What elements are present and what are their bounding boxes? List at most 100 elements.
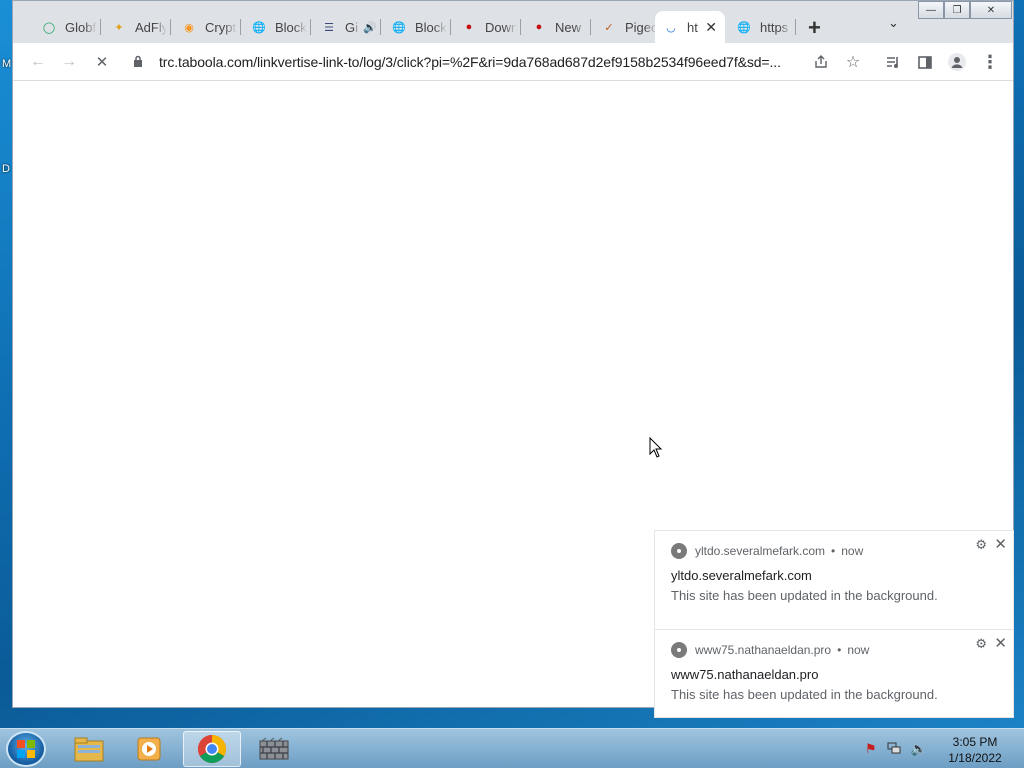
- tab-10[interactable]: 🌐 https: [728, 13, 796, 41]
- network-icon[interactable]: [887, 741, 901, 758]
- notification-card[interactable]: yltdo.severalmefark.com • now ⚙ ✕ yltdo.…: [654, 530, 1014, 630]
- new-tab-button[interactable]: +: [808, 15, 821, 41]
- loading-spinner-icon: ◡: [666, 21, 676, 34]
- notification-origin: yltdo.severalmefark.com: [695, 544, 826, 558]
- address-bar[interactable]: trc.taboola.com/linkvertise-link-to/log/…: [125, 48, 807, 76]
- tab-title: Gi: [345, 19, 358, 35]
- tab-2[interactable]: ◉ Crypt: [173, 13, 241, 41]
- tab-audio-speaker-icon[interactable]: 🔊: [363, 21, 377, 34]
- tab-9[interactable]: ◡ ht ✕: [655, 11, 725, 43]
- globe-icon: 🌐: [252, 21, 266, 34]
- pigeon-icon: ✓: [604, 21, 614, 34]
- taskbar: ⚑ 🔈 3:05 PM 1/18/2022: [0, 728, 1024, 768]
- tab-divider: [795, 19, 796, 35]
- tab-divider: [520, 19, 521, 35]
- tab-divider: [100, 19, 101, 35]
- firewall-icon: [259, 737, 289, 760]
- close-window-button[interactable]: ✕: [970, 1, 1012, 19]
- tab-title: Globf: [65, 19, 97, 35]
- globe-icon: 🌐: [737, 21, 751, 34]
- tab-1[interactable]: ✦ AdFly: [103, 13, 171, 41]
- back-button[interactable]: ←: [27, 51, 49, 73]
- notification-header: yltdo.severalmefark.com • now: [671, 543, 863, 559]
- chrome-icon: [671, 543, 687, 559]
- among-us-icon: ●: [465, 21, 473, 33]
- chrome-icon: [198, 735, 226, 763]
- bookmark-star-icon[interactable]: ☆: [842, 51, 864, 73]
- taskbar-firewall[interactable]: [245, 731, 303, 767]
- clock-time: 3:05 PM: [952, 735, 998, 749]
- lock-icon[interactable]: [133, 55, 151, 70]
- forward-button[interactable]: →: [58, 51, 80, 73]
- crypto-coin-icon: ◉: [184, 21, 194, 34]
- tab-title: Crypt: [205, 19, 237, 35]
- notification-body: This site has been updated in the backgr…: [671, 588, 938, 603]
- notification-card[interactable]: www75.nathanaeldan.pro • now ⚙ ✕ www75.n…: [654, 630, 1014, 718]
- explorer-folder-icon: [74, 737, 104, 762]
- tab-title: Block: [415, 19, 447, 35]
- globe-q-icon: ◯: [42, 21, 56, 34]
- tab-0[interactable]: ◯ Globf: [33, 13, 101, 41]
- taskbar-chrome[interactable]: [183, 731, 241, 767]
- tab-divider: [590, 19, 591, 35]
- notification-body: This site has been updated in the backgr…: [671, 687, 938, 702]
- taskbar-explorer[interactable]: [60, 731, 118, 767]
- notification-time: now: [841, 544, 864, 558]
- windows-logo-icon: [17, 740, 35, 758]
- taskbar-media-player[interactable]: [120, 731, 178, 767]
- action-center-flag-icon[interactable]: ⚑: [865, 741, 877, 758]
- globe-icon: 🌐: [392, 21, 406, 34]
- start-button[interactable]: [6, 731, 46, 767]
- tab-8[interactable]: ✓ Pigeo: [593, 13, 661, 41]
- tab-3[interactable]: 🌐 Block: [243, 13, 311, 41]
- tab-divider: [450, 19, 451, 35]
- media-queue-icon[interactable]: [882, 51, 904, 73]
- chrome-icon: [671, 642, 687, 658]
- notification-close-button[interactable]: ✕: [994, 535, 1007, 553]
- window-controls: — ❐ ✕: [918, 1, 1012, 19]
- toolbar: ← → ✕ trc.taboola.com/linkvertise-link-t…: [13, 43, 1013, 81]
- tab-title: Block: [275, 19, 307, 35]
- tab-7[interactable]: ● New: [523, 13, 591, 41]
- tab-4[interactable]: ☰ Gi 🔊: [313, 13, 381, 41]
- among-us-icon: ●: [535, 21, 543, 33]
- notification-title: yltdo.severalmefark.com: [671, 568, 812, 583]
- taskbar-clock[interactable]: 3:05 PM 1/18/2022: [940, 734, 1010, 766]
- tab-strip: ◯ Globf ✦ AdFly ◉ Crypt 🌐 Block ☰ Gi 🔊 🌐 Block ● Down ●…: [13, 1, 1013, 45]
- tab-divider: [380, 19, 381, 35]
- tab-divider: [240, 19, 241, 35]
- tab-title: Down: [485, 19, 517, 35]
- clock-date: 1/18/2022: [948, 751, 1002, 765]
- tab-5[interactable]: 🌐 Block: [383, 13, 451, 41]
- url-text[interactable]: trc.taboola.com/linkvertise-link-to/log/…: [159, 54, 804, 70]
- separator-dot: •: [837, 643, 842, 657]
- volume-speaker-icon[interactable]: 🔈: [911, 741, 927, 758]
- media-player-icon: [137, 737, 161, 761]
- notification-settings-gear-icon[interactable]: ⚙: [975, 636, 987, 652]
- tab-divider: [170, 19, 171, 35]
- stop-loading-button[interactable]: ✕: [91, 51, 113, 73]
- side-panel-icon[interactable]: [914, 51, 936, 73]
- notification-header: www75.nathanaeldan.pro • now: [671, 642, 869, 658]
- notification-time: now: [847, 643, 870, 657]
- menu-kebab-icon[interactable]: ⋮: [979, 51, 1001, 73]
- share-icon[interactable]: [810, 51, 832, 73]
- tab-title: New: [555, 19, 582, 35]
- restore-button[interactable]: ❐: [944, 1, 970, 19]
- desktop-icon-label-d: D: [2, 163, 10, 175]
- separator-dot: •: [831, 544, 836, 558]
- tab-close-button[interactable]: ✕: [705, 19, 717, 36]
- tab-title: AdFly: [135, 19, 167, 35]
- desktop-icon-label-m: M: [2, 58, 12, 70]
- profile-avatar-icon[interactable]: [946, 51, 968, 73]
- tab-title: Pigeo: [625, 19, 657, 35]
- minimize-button[interactable]: —: [918, 1, 944, 19]
- tab-title: https: [760, 19, 789, 35]
- notification-close-button[interactable]: ✕: [994, 634, 1007, 652]
- tab-6[interactable]: ● Down: [453, 13, 521, 41]
- notification-origin: www75.nathanaeldan.pro: [695, 643, 832, 657]
- notification-settings-gear-icon[interactable]: ⚙: [975, 537, 987, 553]
- tab-search-chevron-icon[interactable]: ⌄: [888, 15, 899, 31]
- mouse-cursor-icon: [649, 437, 663, 458]
- system-tray: ⚑ 🔈: [865, 741, 927, 758]
